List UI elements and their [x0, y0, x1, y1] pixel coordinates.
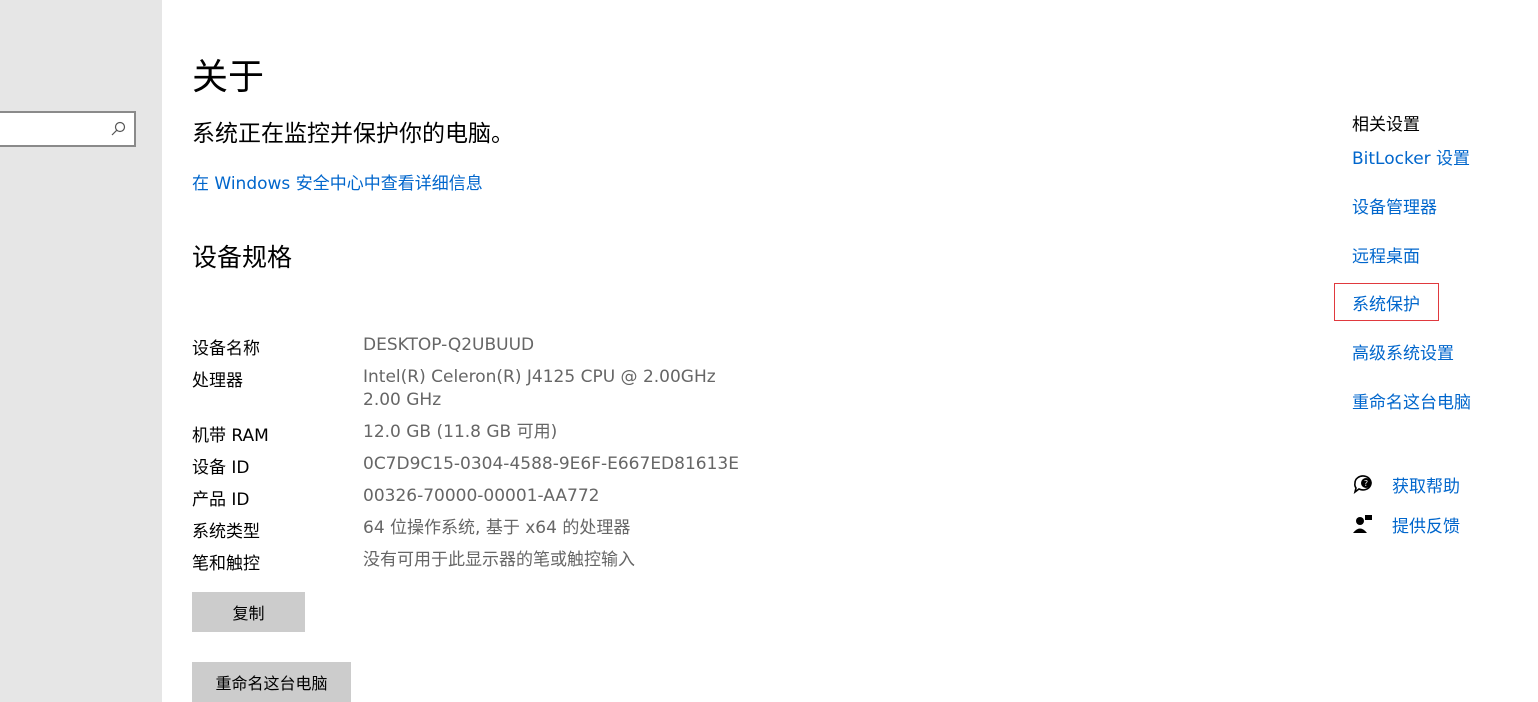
- feedback-link[interactable]: 提供反馈: [1392, 512, 1460, 537]
- spec-label: 产品 ID: [192, 490, 250, 510]
- spec-value: 00326-70000-00001-AA772: [363, 486, 600, 506]
- spec-value: DESKTOP-Q2UBUUD: [363, 335, 535, 355]
- bitlocker-settings-link[interactable]: BitLocker 设置: [1352, 144, 1470, 169]
- device-manager-link[interactable]: 设备管理器: [1352, 193, 1437, 218]
- device-specs-title: 设备规格: [192, 243, 293, 272]
- svg-text:?: ?: [1364, 479, 1368, 488]
- system-protection-link[interactable]: 系统保护: [1352, 290, 1420, 315]
- copy-button[interactable]: 复制: [192, 592, 305, 632]
- rename-pc-button[interactable]: 重命名这台电脑: [192, 662, 351, 702]
- spec-label: 系统类型: [192, 522, 260, 542]
- spec-label: 设备名称: [192, 339, 260, 359]
- remote-desktop-link[interactable]: 远程桌面: [1352, 242, 1420, 267]
- search-input[interactable]: [0, 111, 136, 147]
- get-help-link[interactable]: 获取帮助: [1392, 472, 1460, 497]
- windows-security-link[interactable]: 在 Windows 安全中心中查看详细信息: [192, 169, 483, 194]
- search-icon: [111, 121, 126, 136]
- page-title: 关于: [192, 57, 265, 98]
- feedback-person-icon: [1353, 515, 1372, 533]
- spec-label: 处理器: [192, 371, 243, 391]
- advanced-system-settings-link[interactable]: 高级系统设置: [1352, 339, 1454, 364]
- rename-pc-link[interactable]: 重命名这台电脑: [1352, 388, 1471, 413]
- spec-value: 没有可用于此显示器的笔或触控输入: [363, 550, 635, 570]
- spec-label: 笔和触控: [192, 554, 260, 574]
- sidebar: [0, 0, 162, 702]
- security-status-text: 系统正在监控并保护你的电脑。: [192, 121, 514, 147]
- related-settings-title: 相关设置: [1352, 115, 1420, 135]
- spec-value: 64 位操作系统, 基于 x64 的处理器: [363, 518, 631, 538]
- spec-value: 12.0 GB (11.8 GB 可用): [363, 422, 558, 442]
- spec-value: Intel(R) Celeron(R) J4125 CPU @ 2.00GHz …: [363, 367, 716, 410]
- spec-label: 机带 RAM: [192, 426, 269, 446]
- chat-help-icon: ?: [1353, 475, 1372, 494]
- spec-label: 设备 ID: [192, 458, 250, 478]
- spec-value: 0C7D9C15-0304-4588-9E6F-E667ED81613E: [363, 454, 739, 474]
